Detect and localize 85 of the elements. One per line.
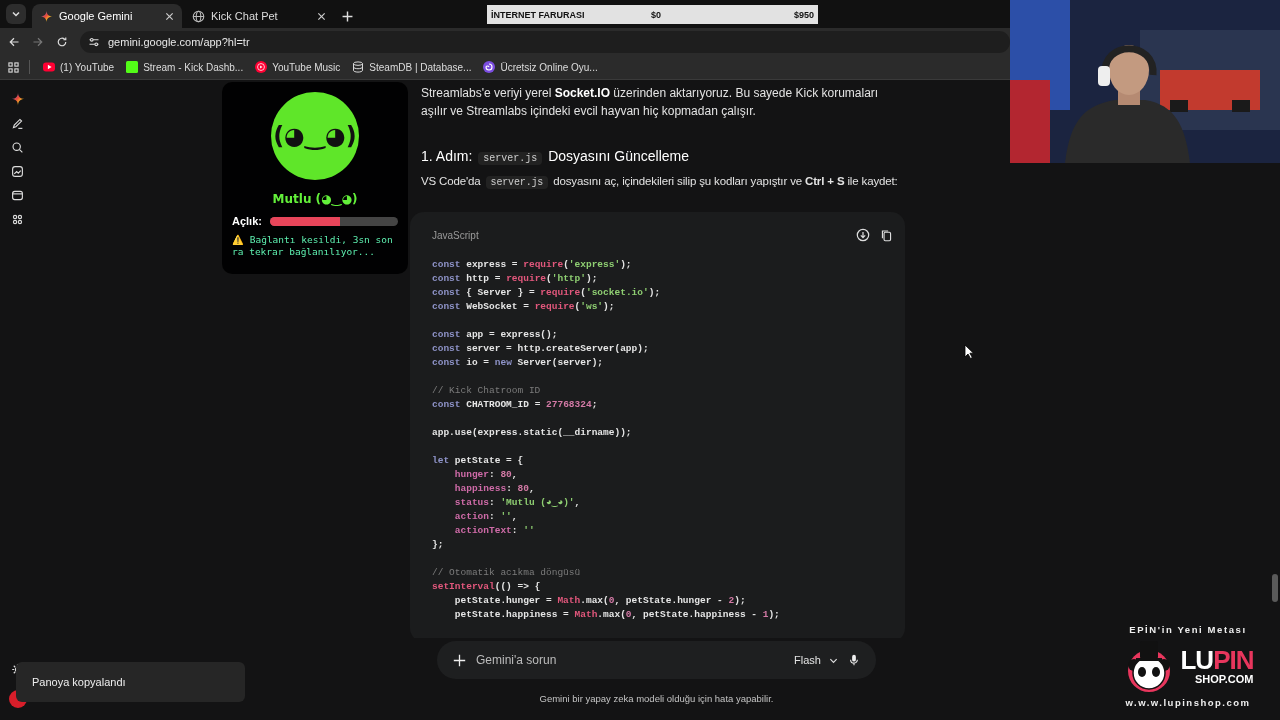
code-line: // Otomatik acıkma döngüsü [431,566,581,580]
sponsor-url: w.w.w.lupinshop.com [1125,697,1251,708]
gemini-logo-icon [40,9,53,23]
edit-icon[interactable] [11,117,24,130]
browser-tab[interactable]: Google Gemini [32,4,182,28]
download-icon [856,228,870,242]
globe-icon [192,9,205,23]
swirl-icon [483,61,496,73]
goal-target: $950 [793,9,814,20]
download-button[interactable] [856,228,870,242]
code-line: action: '', [453,510,518,524]
address-bar[interactable]: gemini.google.com/app?hl=tr [80,30,1010,53]
code-line: const CHATROOM_ID = 27768324; [431,398,598,412]
code-line: happiness: 80, [453,482,535,496]
plus-icon [342,11,353,22]
plus-icon[interactable] [453,653,466,667]
code-line: const WebSocket = require('ws'); [431,300,615,314]
code-line: const http = require('http'); [431,272,598,286]
goal-title: İNTERNET FARURASI [491,9,586,20]
bookmark[interactable]: Stream - Kick Dashb... [123,61,247,73]
tab-list-button[interactable] [6,4,26,24]
tune-icon[interactable] [88,35,100,48]
section-heading: 1. Adım: server.js Dosyasını Güncelleme [421,148,690,164]
kick-logo-icon [126,61,139,73]
url-text: gemini.google.com/app?hl=tr [108,35,250,48]
video-icon[interactable] [11,189,24,202]
bookmark[interactable]: Ücretsiz Online Oyu... [480,61,601,73]
tab-close-button[interactable] [317,11,326,21]
warning-message: ⚠ Bağlantı kesildi, 3sn sonra tekrar bağlanılıyor... [232,234,394,258]
reload-button[interactable] [56,35,68,48]
code-line: const app = express(); [431,328,558,342]
scrollbar [1272,574,1278,602]
new-tab-button[interactable] [342,11,353,22]
paragraph: Streamlabs'e veriyi yerel Socket.IO üzerinden aktarıyoruz. Bu sayede Kick korumaları aşılır ve Streamlabs içindeki evcil hayvan hiç kopmadan çalışır. [421,85,880,120]
hunger-label: Açlık: [232,215,262,227]
sponsor-logo-subtext: SHOP.COM [1195,673,1254,685]
language-label: JavaScript [432,229,480,241]
browser-tab[interactable]: Kick Chat Pet [184,4,334,28]
pet-face: (◕‿◕) [271,92,359,180]
pointer-icon [964,344,974,359]
caret-icon [11,9,21,19]
goal-current: $0 [651,9,662,20]
back-icon [8,35,20,48]
code-line: const express = require('express'); [431,258,632,272]
apps-grid-icon[interactable] [8,61,19,73]
bookmark[interactable]: SteamDB | Database... [349,61,475,73]
prompt-field[interactable]: Gemini'a sorun Flash [437,641,876,679]
code-line: petState.happiness = Math.max(0, petState.happiness - 1); [453,608,780,622]
microphone-icon[interactable] [848,654,860,666]
disclaimer-text: Gemini bir yapay zeka modeli olduğu için hata yapabilir. [539,693,774,704]
close-icon [165,11,174,21]
code-line: status: 'Mutlu (◕‿◕)', [453,496,581,510]
reload-icon [56,35,68,48]
bookmark[interactable]: (1) YouTube [40,61,118,73]
copy-button[interactable] [880,228,893,242]
code-line: app.use(express.static(__dirname)); [431,426,632,440]
sponsor-tagline: EPİN'in Yeni Metası [1129,624,1247,635]
code-line: petState.hunger = Math.max(0, petState.hunger - 2); [453,594,746,608]
clipboard-toast: Panoya kopyalandı [16,662,245,702]
forward-icon [32,35,44,48]
image-icon[interactable] [11,165,24,178]
tab-close-button[interactable] [165,11,174,21]
code-line: hunger: 80, [453,468,518,482]
code-line: const io = new Server(server); [431,356,604,370]
code-line: const server = http.createServer(app); [431,342,649,356]
code-line: }; [431,538,444,552]
code-line: setInterval(() => { [431,580,541,594]
instruction-text: VS Code'da server.js dosyasını aç, içindekileri silip şu kodları yapıştır ve Ctrl + S ile kaydet: [421,174,899,191]
code-line: const { Server } = require('socket.io'); [431,286,661,300]
apps-icon[interactable] [11,213,24,226]
forward-button[interactable] [32,35,44,48]
sponsor-logo-text: LUPIN [1180,647,1254,673]
pet-status: Mutlu (◕‿◕) [272,192,358,206]
code-line: // Kick Chatroom ID [431,384,541,398]
code-line: let petState = { [431,454,524,468]
database-icon [352,61,365,73]
code-line: actionText: '' [453,524,535,538]
close-icon [317,11,326,21]
search-icon[interactable] [11,141,24,154]
copy-icon [880,228,893,242]
bookmark[interactable]: YouTube Music [252,61,344,73]
play-icon [43,61,55,73]
music-play-icon [255,61,268,73]
model-picker[interactable]: Flash [794,654,838,666]
back-button[interactable] [8,35,20,48]
